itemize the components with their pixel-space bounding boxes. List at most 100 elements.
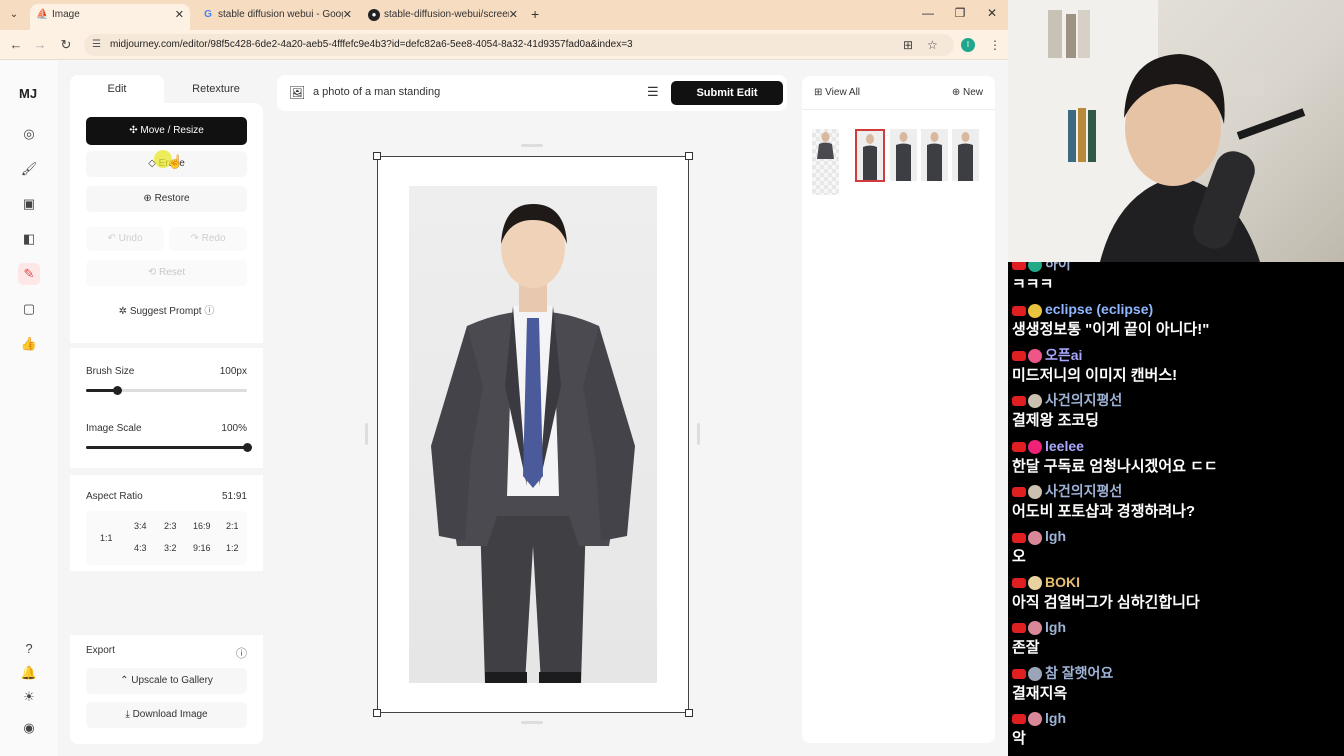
right-drag-handle[interactable] xyxy=(697,423,700,445)
close-window-icon[interactable]: ✕ xyxy=(982,6,1002,20)
aspect-9-16[interactable]: 9:16 xyxy=(193,543,211,553)
gallery-thumbnail[interactable] xyxy=(812,129,839,195)
profile-icon[interactable]: ◉ xyxy=(20,719,38,737)
chat-username: eclipse (eclipse) xyxy=(1045,301,1154,318)
restore-button[interactable]: ⊕ Restore xyxy=(86,186,247,212)
resize-handle-top-left[interactable] xyxy=(373,152,381,160)
export-help-icon[interactable]: ⓘ xyxy=(236,645,247,661)
help-icon[interactable]: ? xyxy=(20,640,38,658)
aspect-16-9[interactable]: 16:9 xyxy=(193,521,211,531)
suggest-prompt-button[interactable]: ✲ Suggest Prompt ⓘ xyxy=(86,299,247,325)
chat-avatar xyxy=(1028,712,1042,727)
restore-window-icon[interactable]: ❐ xyxy=(950,6,970,20)
youtube-icon xyxy=(1012,305,1026,316)
undo-button[interactable]: ↶ Undo xyxy=(86,227,164,251)
submit-edit-button[interactable]: Submit Edit xyxy=(671,81,783,105)
prompt-input[interactable]: a photo of a man standing xyxy=(313,86,440,98)
chat-icon[interactable]: ▢ xyxy=(20,300,38,318)
brush-size-value: 100px xyxy=(219,366,247,377)
aspect-1-1[interactable]: 1:1 xyxy=(100,533,113,543)
aspect-3-2[interactable]: 3:2 xyxy=(164,543,177,553)
chat-message: leelee 한달 구독료 엄청나시겠어요 ㄷㄷ xyxy=(1012,436,1218,478)
url-field[interactable]: ☰ midjourney.com/editor/98f5c428-6de2-4a… xyxy=(84,34,954,56)
new-tab-button[interactable]: + xyxy=(531,6,539,22)
image-scale-slider[interactable] xyxy=(86,443,252,452)
image-scale-handle[interactable] xyxy=(243,443,252,452)
aspect-4-3[interactable]: 4:3 xyxy=(134,543,147,553)
chat-header: 참 잘햇어요 xyxy=(1012,663,1113,683)
bookmark-star-icon[interactable]: ☆ xyxy=(927,38,938,52)
chat-username: leelee xyxy=(1045,437,1084,454)
bell-icon[interactable]: 🔔 xyxy=(20,664,38,682)
browser-menu-icon[interactable]: ⋮ xyxy=(989,38,1001,52)
minimize-icon[interactable]: — xyxy=(918,6,938,20)
aspect-2-3[interactable]: 2:3 xyxy=(164,521,177,531)
browser-window: ⌄ ⛵ Image ✕ G stable diffusion webui - G… xyxy=(0,0,1008,756)
aspect-3-4[interactable]: 3:4 xyxy=(134,521,147,531)
images-icon[interactable]: ▣ xyxy=(20,195,38,213)
man-standing-photo xyxy=(409,186,657,683)
resize-handle-bottom-right[interactable] xyxy=(685,709,693,717)
github-favicon-icon: ● xyxy=(368,9,380,21)
redo-button[interactable]: ↷ Redo xyxy=(169,227,247,251)
organize-icon[interactable]: ◧ xyxy=(20,230,38,248)
tab-search-icon[interactable]: ⌄ xyxy=(6,7,22,23)
gallery-thumbnail[interactable] xyxy=(921,129,948,181)
gallery-panel: ⊞ View All ⊕ New xyxy=(802,76,995,743)
gallery-header: ⊞ View All ⊕ New xyxy=(802,76,995,110)
chat-avatar xyxy=(1028,621,1042,636)
reset-button[interactable]: ⟲ Reset xyxy=(86,260,247,286)
explore-icon[interactable]: ◎ xyxy=(20,125,38,143)
site-info-icon[interactable]: ☰ xyxy=(92,34,101,56)
translate-icon[interactable]: ⊞ xyxy=(903,38,913,52)
gallery-thumbnail-selected[interactable] xyxy=(855,129,885,182)
settings-sliders-icon[interactable]: ☰ xyxy=(647,84,659,100)
forward-icon[interactable]: → xyxy=(32,37,48,52)
brush-size-handle[interactable] xyxy=(112,386,122,395)
top-drag-handle[interactable] xyxy=(521,144,543,147)
image-scale-value: 100% xyxy=(221,423,247,434)
aspect-1-2[interactable]: 1:2 xyxy=(226,543,239,553)
profile-avatar[interactable]: I xyxy=(961,38,975,52)
chat-header: lgh xyxy=(1012,617,1066,637)
tab-edit[interactable]: Edit xyxy=(70,75,164,103)
chat-username: lgh xyxy=(1045,619,1066,636)
tab-close-icon[interactable]: ✕ xyxy=(343,4,352,26)
download-image-button[interactable]: ⤓ Download Image xyxy=(86,702,247,728)
edit-icon[interactable]: ✎ xyxy=(18,263,40,285)
selection-frame[interactable] xyxy=(373,152,693,717)
reload-icon[interactable]: ↻ xyxy=(58,37,74,53)
tab-retexture[interactable]: Retexture xyxy=(169,75,263,103)
image-prompt-icon[interactable]: 🖼 xyxy=(289,85,306,101)
chat-text: 아직 검열버그가 심하긴합니다 xyxy=(1012,593,1200,611)
chat-avatar xyxy=(1028,666,1042,681)
back-icon[interactable]: ← xyxy=(8,37,24,52)
brush-size-slider[interactable] xyxy=(86,386,247,395)
tab-close-icon[interactable]: ✕ xyxy=(509,4,518,26)
create-icon[interactable]: 🖌 xyxy=(20,160,38,178)
tab-github[interactable]: ● stable-diffusion-webui/screen ✕ xyxy=(362,4,524,30)
left-drag-handle[interactable] xyxy=(365,423,368,445)
resize-handle-top-right[interactable] xyxy=(685,152,693,160)
gallery-thumbnail[interactable] xyxy=(890,129,917,181)
upscale-to-gallery-button[interactable]: ⌃ Upscale to Gallery xyxy=(86,668,247,694)
chat-text: 악 xyxy=(1012,730,1026,747)
undo-label: Undo xyxy=(118,233,143,244)
mj-logo[interactable]: MJ xyxy=(19,86,37,101)
gallery-thumbnail[interactable] xyxy=(952,129,979,181)
view-all-button[interactable]: ⊞ View All xyxy=(814,87,860,98)
move-resize-button[interactable]: ✣ Move / Resize xyxy=(86,117,247,145)
rank-icon[interactable]: 👍 xyxy=(20,335,38,353)
bottom-drag-handle[interactable] xyxy=(521,721,543,724)
tab-image[interactable]: ⛵ Image ✕ xyxy=(30,4,190,30)
new-button[interactable]: ⊕ New xyxy=(952,87,983,98)
resize-handle-bottom-left[interactable] xyxy=(373,709,381,717)
brush-size-label: Brush Size xyxy=(86,366,135,377)
chat-text: 오 xyxy=(1012,548,1026,566)
restore-label: Restore xyxy=(154,193,190,204)
tab-close-icon[interactable]: ✕ xyxy=(175,4,184,26)
theme-icon[interactable]: ☀ xyxy=(20,688,38,706)
tab-google[interactable]: G stable diffusion webui - Goog ✕ xyxy=(196,4,358,30)
aspect-2-1[interactable]: 2:1 xyxy=(226,521,239,531)
editor-canvas[interactable] xyxy=(277,123,787,743)
